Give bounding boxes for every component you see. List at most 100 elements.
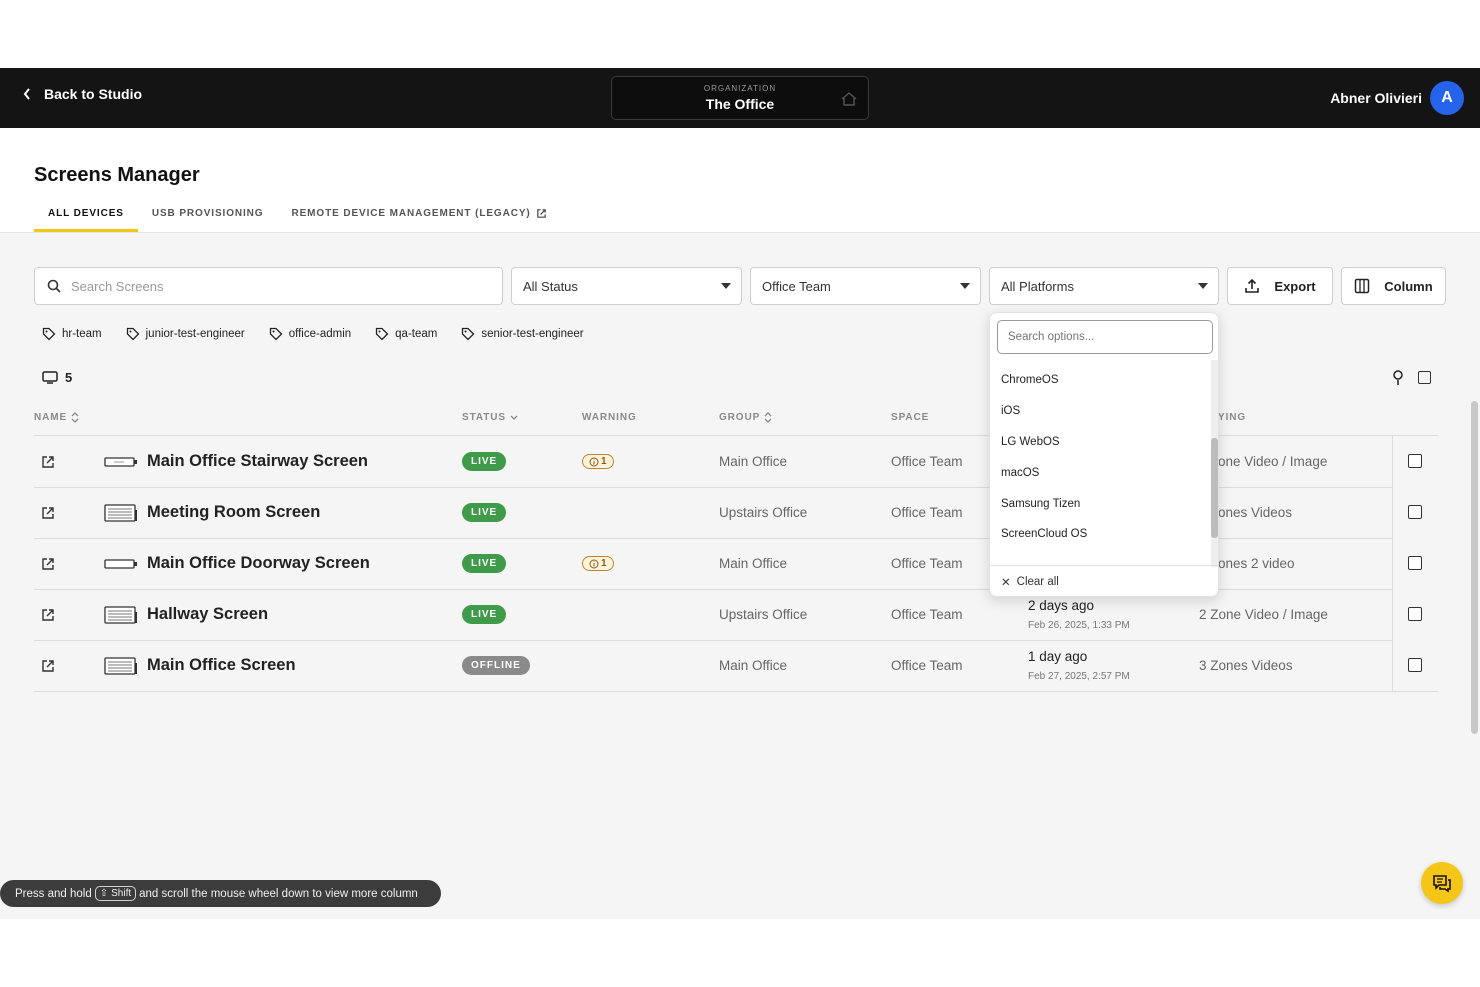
page-scrollbar[interactable] [1471, 401, 1478, 734]
status-badge: LIVE [462, 452, 507, 471]
select-all-checkbox[interactable] [1418, 371, 1431, 384]
export-button[interactable]: Export [1227, 267, 1333, 305]
organization-switcher[interactable]: ORGANIZATION The Office [611, 76, 869, 120]
device-count: 5 [42, 370, 72, 385]
last-seen: 1 day ago Feb 27, 2025, 2:57 PM [1028, 640, 1130, 691]
chat-support-button[interactable] [1421, 862, 1463, 904]
row-checkbox[interactable] [1408, 658, 1422, 672]
platform-option[interactable]: iOS [1001, 405, 1020, 417]
space-value: Office Team [891, 658, 963, 673]
tag-chip[interactable]: office-admin [269, 327, 351, 341]
group-value: Main Office [719, 658, 788, 673]
clear-all-button[interactable]: ✕ Clear all [990, 565, 1218, 596]
column-button[interactable]: Column [1341, 267, 1446, 305]
platform-search-input[interactable] [997, 320, 1213, 354]
warning-badge[interactable]: 1 [582, 454, 614, 469]
table-row[interactable]: Meeting Room Screen LIVE Upstairs Office… [34, 487, 1438, 539]
media-player-icon [104, 656, 137, 675]
clear-all-label: Clear all [1016, 576, 1059, 588]
space-value: Office Team [891, 607, 963, 622]
external-link-icon[interactable] [41, 455, 55, 469]
table-header: NAME STATUS WARNING GROUP SPACE YING [34, 406, 1438, 436]
last-seen-relative: 1 day ago [1028, 649, 1088, 664]
row-checkbox[interactable] [1408, 556, 1422, 570]
row-checkbox[interactable] [1408, 505, 1422, 519]
page-header: Screens Manager ALL DEVICES USB PROVISIO… [0, 128, 1480, 233]
platform-option[interactable]: ScreenCloud OS [1001, 528, 1087, 540]
tab-all-devices[interactable]: ALL DEVICES [34, 208, 138, 232]
avatar[interactable]: A [1430, 81, 1464, 115]
table-row[interactable]: Main Office Stairway Screen LIVE 1 Main … [34, 436, 1438, 488]
screen-name[interactable]: Main Office Screen [147, 640, 296, 691]
tag-chip[interactable]: senior-test-engineer [461, 327, 584, 341]
screen-name[interactable]: Main Office Stairway Screen [147, 436, 368, 487]
tab-label: ALL DEVICES [48, 208, 124, 219]
upload-icon [1245, 278, 1260, 293]
screen-name[interactable]: Main Office Doorway Screen [147, 538, 370, 589]
screen-name[interactable]: Meeting Room Screen [147, 487, 320, 538]
column-header-name[interactable]: NAME [34, 412, 79, 423]
screen-icon [42, 371, 58, 384]
home-switch-icon [841, 92, 857, 106]
hint-text-before: Press and hold [15, 887, 92, 900]
tag-chip[interactable]: junior-test-engineer [126, 327, 245, 341]
team-select[interactable]: Office Team [750, 267, 981, 305]
back-to-studio-link[interactable]: Back to Studio [22, 86, 142, 102]
column-header-space: SPACE [891, 412, 929, 423]
column-header-status[interactable]: STATUS [462, 412, 518, 423]
back-label: Back to Studio [44, 86, 143, 102]
tab-usb-provisioning[interactable]: USB PROVISIONING [138, 208, 278, 232]
platform-option[interactable]: macOS [1001, 467, 1039, 479]
hint-text-after: and scroll the mouse wheel down to view … [139, 887, 418, 900]
header-label: GROUP [719, 412, 761, 423]
app-window: Back to Studio ORGANIZATION The Office A… [0, 68, 1480, 919]
status-badge: LIVE [462, 605, 507, 624]
playing-value: ones Videos [1218, 505, 1293, 520]
external-link-icon[interactable] [41, 608, 55, 622]
status-select-value: All Status [523, 278, 578, 294]
tab-remote-device-management[interactable]: REMOTE DEVICE MANAGEMENT (LEGACY) [277, 208, 560, 232]
search-input[interactable] [71, 278, 471, 294]
platform-select-value: All Platforms [1001, 278, 1074, 294]
tag-label: hr-team [62, 328, 102, 340]
platform-option[interactable]: ChromeOS [1001, 374, 1059, 386]
external-link-icon [536, 209, 546, 218]
platform-dropdown-menu: ChromeOS iOS LG WebOS macOS Samsung Tize… [989, 312, 1219, 597]
tag-icon [42, 327, 56, 341]
column-header-group[interactable]: GROUP [719, 412, 772, 423]
table-row[interactable]: Main Office Screen OFFLINE Main Office O… [34, 640, 1438, 692]
playing-value: one Video / Image [1218, 454, 1328, 469]
header-label: NAME [34, 412, 68, 423]
warning-badge[interactable]: 1 [582, 556, 614, 571]
scroll-hint-toast: Press and hold ⇧ Shift and scroll the mou… [0, 880, 441, 907]
external-link-icon[interactable] [41, 557, 55, 571]
streaming-stick-icon [104, 456, 137, 467]
external-link-icon[interactable] [41, 659, 55, 673]
space-value: Office Team [891, 505, 963, 520]
caret-down-icon [721, 283, 731, 289]
location-pin-icon[interactable] [1391, 370, 1405, 386]
tag-chip[interactable]: qa-team [375, 327, 437, 341]
columns-icon [1355, 278, 1370, 294]
platform-option[interactable]: Samsung Tizen [1001, 498, 1080, 510]
tag-label: office-admin [288, 328, 352, 340]
table-row[interactable]: Hallway Screen LIVE Upstairs Office Offi… [34, 589, 1438, 641]
tag-icon [376, 327, 389, 341]
row-checkbox[interactable] [1408, 607, 1422, 621]
platform-option[interactable]: LG WebOS [1001, 436, 1060, 448]
page-title: Screens Manager [34, 164, 200, 186]
table-row[interactable]: Main Office Doorway Screen LIVE 1 Main O… [34, 538, 1438, 590]
screen-name[interactable]: Hallway Screen [147, 589, 268, 640]
platform-select[interactable]: All Platforms [989, 267, 1219, 305]
user-menu[interactable]: Abner Olivieri A [1330, 81, 1464, 115]
row-checkbox[interactable] [1408, 454, 1422, 468]
status-badge: LIVE [462, 554, 507, 573]
tag-chip[interactable]: hr-team [42, 327, 102, 341]
warning-count: 1 [601, 558, 607, 569]
media-player-icon [104, 503, 137, 522]
search-field[interactable] [34, 267, 503, 305]
space-value: Office Team [891, 556, 963, 571]
status-select[interactable]: All Status [511, 267, 742, 305]
dropdown-scrollbar-thumb[interactable] [1211, 438, 1218, 538]
external-link-icon[interactable] [41, 506, 55, 520]
